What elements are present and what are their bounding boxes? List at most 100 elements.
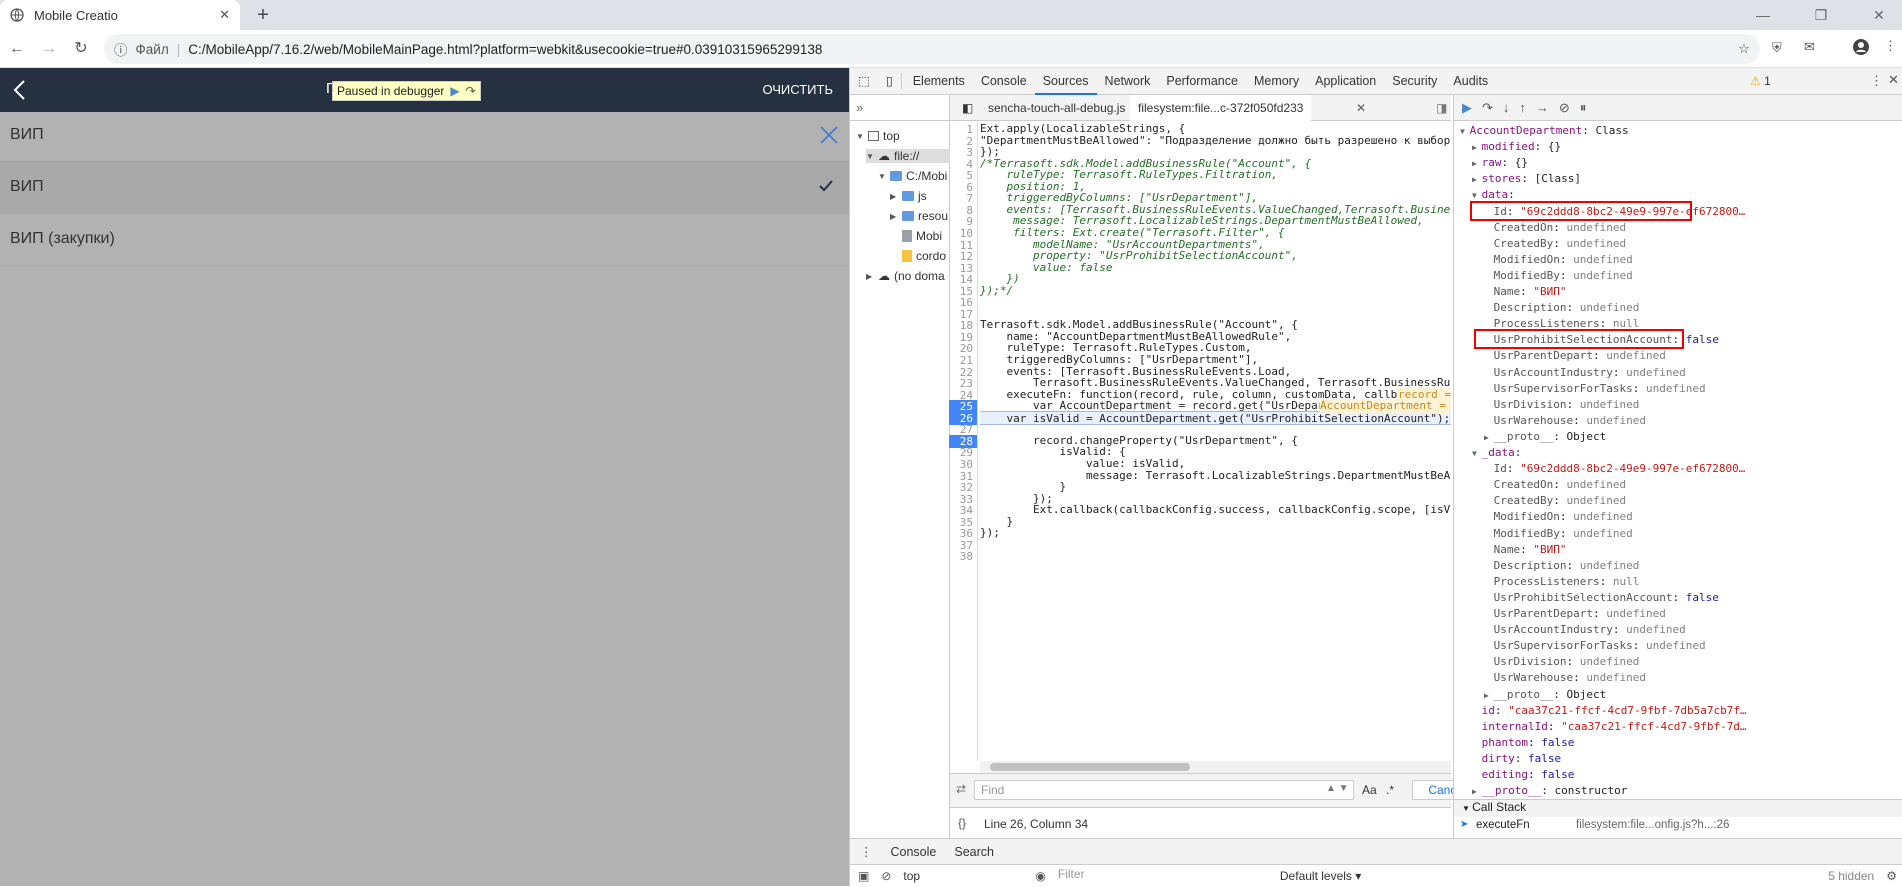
tree-node[interactable]: ▼ C:/Mobi bbox=[878, 169, 947, 183]
call-stack-header[interactable]: ▼ Call Stack bbox=[1454, 799, 1902, 817]
collapse-arrow-icon[interactable]: ▶ bbox=[866, 272, 874, 281]
scope-entry[interactable]: id: "caa37c21-ffcf-4cd7-9fbf-7db5a7cb7f… bbox=[1472, 704, 1747, 718]
resume-icon[interactable]: ▶︎ bbox=[1462, 100, 1472, 116]
expand-arrow-icon[interactable] bbox=[1472, 707, 1482, 716]
scope-entry[interactable]: phantom: false bbox=[1472, 736, 1575, 750]
regex-toggle[interactable]: .* bbox=[1386, 783, 1394, 797]
scope-entry[interactable]: internalId: "caa37c21-ffcf-4cd7-9fbf-7d… bbox=[1472, 720, 1747, 734]
tree-node[interactable]: ▼ ☁ file:// bbox=[866, 149, 950, 163]
avatar[interactable] bbox=[1852, 38, 1870, 56]
collapse-arrow-icon[interactable]: ▶ bbox=[890, 192, 898, 201]
scope-entry[interactable]: ModifiedBy: undefined bbox=[1484, 269, 1633, 283]
context-selector[interactable]: top bbox=[903, 869, 1023, 883]
expand-arrow-icon[interactable]: ▼ bbox=[878, 172, 886, 181]
expand-arrow-icon[interactable] bbox=[1484, 304, 1494, 313]
expand-arrow-icon[interactable] bbox=[1484, 417, 1494, 426]
omnibox[interactable]: ⓘ Файл | C:/MobileApp/7.16.2/web/MobileM… bbox=[104, 34, 1760, 64]
scope-entry[interactable]: ▼ AccountDepartment: Class bbox=[1460, 124, 1629, 138]
minimize-icon[interactable]: — bbox=[1740, 0, 1786, 30]
scope-entry[interactable]: UsrProhibitSelectionAccount: false bbox=[1484, 591, 1719, 605]
tree-node[interactable]: Mobi bbox=[902, 229, 942, 243]
scope-entry[interactable]: UsrAccountIndustry: undefined bbox=[1484, 623, 1686, 637]
expand-arrow-icon[interactable]: ▶ bbox=[1484, 691, 1494, 700]
scope-entry[interactable]: UsrWarehouse: undefined bbox=[1484, 671, 1646, 685]
replace-toggle-icon[interactable]: ⇄ bbox=[956, 782, 966, 796]
tab-network[interactable]: Network bbox=[1097, 68, 1159, 95]
expand-arrow-icon[interactable]: ▼ bbox=[856, 132, 864, 141]
levels-dropdown[interactable]: Default levels ▾ bbox=[1280, 869, 1361, 883]
info-icon[interactable]: ⓘ bbox=[114, 39, 128, 59]
expand-arrow-icon[interactable] bbox=[1484, 240, 1494, 249]
filter-input[interactable]: Filter bbox=[1058, 867, 1268, 885]
expand-arrow-icon[interactable] bbox=[1484, 497, 1494, 506]
forward-arrow-icon[interactable]: → bbox=[38, 38, 60, 60]
drawer-tab-console[interactable]: Console bbox=[891, 845, 937, 859]
expand-arrow-icon[interactable] bbox=[1484, 369, 1494, 378]
clear-console-icon[interactable]: ⊘ bbox=[881, 869, 891, 883]
editor-tab[interactable]: sencha-touch-all-debug.js bbox=[980, 95, 1133, 121]
bookmark-star-icon[interactable]: ☆ bbox=[1738, 41, 1750, 57]
search-field[interactable]: ВИП bbox=[0, 112, 849, 162]
scrollbar-thumb[interactable] bbox=[990, 763, 1190, 771]
list-item[interactable]: ВИП (закупки) bbox=[0, 214, 849, 266]
tab-performance[interactable]: Performance bbox=[1158, 68, 1246, 95]
tree-node[interactable]: ▶ js bbox=[890, 189, 927, 203]
tab-elements[interactable]: Elements bbox=[905, 68, 973, 95]
resume-icon[interactable]: ▶︎ bbox=[450, 84, 459, 98]
scope-entry[interactable]: CreatedOn: undefined bbox=[1484, 221, 1626, 235]
expand-arrow-icon[interactable]: ▼ bbox=[866, 152, 874, 161]
tab-sources[interactable]: Sources bbox=[1034, 68, 1097, 95]
tab-security[interactable]: Security bbox=[1384, 68, 1445, 95]
scope-entry[interactable]: UsrWarehouse: undefined bbox=[1484, 414, 1646, 428]
expand-arrow-icon[interactable] bbox=[1484, 610, 1494, 619]
toggle-debugger-icon[interactable]: ◨ bbox=[1428, 95, 1455, 121]
scope-entry[interactable]: UsrSupervisorForTasks: undefined bbox=[1484, 382, 1706, 396]
expand-arrow-icon[interactable] bbox=[1484, 481, 1494, 490]
expand-arrow-icon[interactable]: ▼ bbox=[1460, 127, 1470, 136]
scope-entry[interactable]: UsrDivision: undefined bbox=[1484, 655, 1640, 669]
step-over-icon[interactable]: ↷ bbox=[466, 84, 476, 98]
settings-icon[interactable]: ⋮ bbox=[1870, 73, 1883, 89]
clear-button[interactable]: ОЧИСТИТЬ bbox=[762, 82, 833, 97]
expand-arrow-icon[interactable] bbox=[1472, 723, 1482, 732]
scope-entry[interactable]: ProcessListeners: null bbox=[1484, 575, 1640, 589]
expand-arrow-icon[interactable]: ▼ bbox=[1472, 449, 1482, 458]
pause-on-exceptions-icon[interactable]: ⏸ bbox=[1580, 100, 1587, 116]
scope-entry[interactable]: Description: undefined bbox=[1484, 559, 1640, 573]
new-tab-button[interactable]: + bbox=[252, 4, 274, 26]
expand-arrow-icon[interactable] bbox=[1484, 401, 1494, 410]
step-out-icon[interactable]: ↑ bbox=[1519, 100, 1526, 115]
warning-badge[interactable]: ⚠ 1 bbox=[1750, 74, 1771, 88]
line-number[interactable]: 38 bbox=[949, 550, 973, 563]
scope-entry[interactable]: Id: "69c2ddd8-8bc2-49e9-997e-ef672800… bbox=[1484, 462, 1746, 476]
step-over-icon[interactable]: ↷ bbox=[1482, 100, 1493, 116]
drawer-menu-icon[interactable]: ⋮ bbox=[860, 844, 873, 859]
tree-node[interactable]: ▼ top bbox=[856, 129, 900, 143]
expand-arrow-icon[interactable]: ▶ bbox=[1472, 787, 1482, 796]
expand-arrow-icon[interactable]: ▶ bbox=[1472, 143, 1482, 152]
browser-tab[interactable]: Mobile Creatio ✕ bbox=[0, 0, 240, 30]
expand-arrow-icon[interactable] bbox=[1484, 465, 1494, 474]
list-item[interactable]: ВИП bbox=[0, 162, 849, 214]
shield-icon[interactable]: ⛨ bbox=[1772, 40, 1782, 56]
search-value[interactable]: ВИП bbox=[10, 126, 44, 144]
tab-application[interactable]: Application bbox=[1307, 68, 1384, 95]
scope-entry[interactable]: ▶ raw: {} bbox=[1472, 156, 1528, 170]
settings-icon[interactable]: ⚙ bbox=[1886, 869, 1902, 883]
tab-console[interactable]: Console bbox=[973, 68, 1035, 95]
expand-arrow-icon[interactable]: ▶ bbox=[1472, 159, 1482, 168]
drawer-tab-search[interactable]: Search bbox=[954, 845, 994, 859]
step-icon[interactable]: → bbox=[1536, 100, 1549, 115]
expand-arrow-icon[interactable] bbox=[1484, 626, 1494, 635]
scope-entry[interactable]: UsrSupervisorForTasks: undefined bbox=[1484, 639, 1706, 653]
expand-arrow-icon[interactable] bbox=[1484, 352, 1494, 361]
toggle-navigator-icon[interactable]: ◧ bbox=[954, 95, 981, 121]
tree-node[interactable]: cordo bbox=[902, 249, 946, 263]
scope-entry[interactable]: ▶ modified: {} bbox=[1472, 140, 1561, 154]
scope-tree[interactable]: ▼ AccountDepartment: Class ▶ modified: {}… bbox=[1454, 122, 1902, 799]
expand-arrow-icon[interactable] bbox=[1472, 755, 1482, 764]
tab-audits[interactable]: Audits bbox=[1445, 68, 1496, 95]
scope-entry[interactable]: UsrDivision: undefined bbox=[1484, 398, 1640, 412]
expand-arrow-icon[interactable] bbox=[1484, 530, 1494, 539]
expand-arrow-icon[interactable] bbox=[1484, 288, 1494, 297]
